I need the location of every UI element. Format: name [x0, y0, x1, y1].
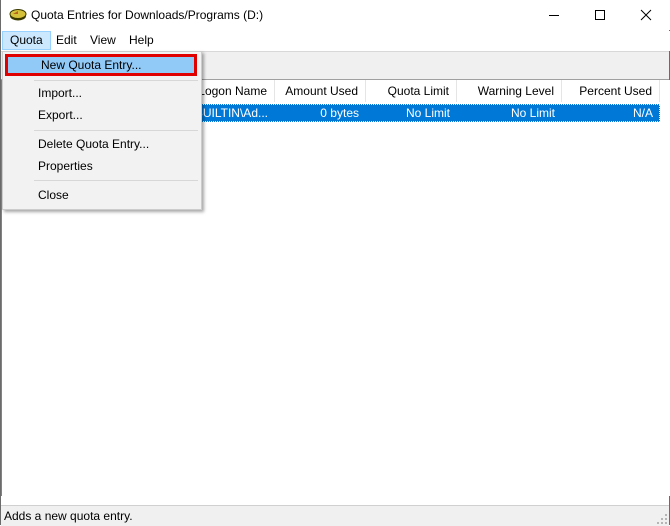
cell-quota-limit: No Limit [405, 106, 450, 120]
menu-quota[interactable]: Quota [2, 31, 51, 50]
minimize-button[interactable] [531, 0, 577, 30]
window-title: Quota Entries for Downloads/Programs (D:… [31, 8, 264, 22]
close-icon [640, 9, 652, 21]
maximize-button[interactable] [577, 0, 623, 30]
column-warning-level[interactable]: Warning Level [457, 80, 562, 102]
status-text: Adds a new quota entry. [4, 509, 133, 523]
maximize-icon [595, 10, 605, 20]
menu-item-delete-quota-entry[interactable]: Delete Quota Entry... [5, 133, 197, 155]
quota-entries-window: Quota Entries for Downloads/Programs (D:… [0, 0, 670, 526]
title-bar: Quota Entries for Downloads/Programs (D:… [1, 0, 670, 30]
menu-separator [34, 180, 198, 181]
menu-help[interactable]: Help [122, 31, 161, 50]
cell-warning-level: No Limit [510, 106, 555, 120]
menu-edit[interactable]: Edit [49, 31, 84, 50]
column-quota-limit[interactable]: Quota Limit [366, 80, 457, 102]
menu-view[interactable]: View [83, 31, 123, 50]
menu-bar: Quota Edit View Help [1, 31, 670, 51]
menu-item-new-quota-entry[interactable]: New Quota Entry... [5, 54, 197, 76]
cell-percent-used: N/A [632, 106, 653, 120]
column-percent-used[interactable]: Percent Used [562, 80, 660, 102]
menu-item-properties[interactable]: Properties [5, 155, 197, 177]
column-amount-used[interactable]: Amount Used [275, 80, 366, 102]
resize-grip-icon[interactable] [657, 514, 667, 524]
menu-item-export[interactable]: Export... [5, 104, 197, 126]
menu-item-import[interactable]: Import... [5, 82, 197, 104]
quota-menu-dropdown: New Quota Entry... Import... Export... D… [2, 51, 202, 210]
minimize-icon [549, 15, 559, 16]
menu-item-close[interactable]: Close [5, 184, 197, 206]
cell-amount-used: 0 bytes [320, 106, 359, 120]
disk-quota-icon [9, 9, 27, 21]
menu-separator [34, 80, 198, 81]
status-bar: Adds a new quota entry. [1, 505, 669, 526]
close-button[interactable] [623, 0, 669, 30]
menu-separator [34, 130, 198, 131]
